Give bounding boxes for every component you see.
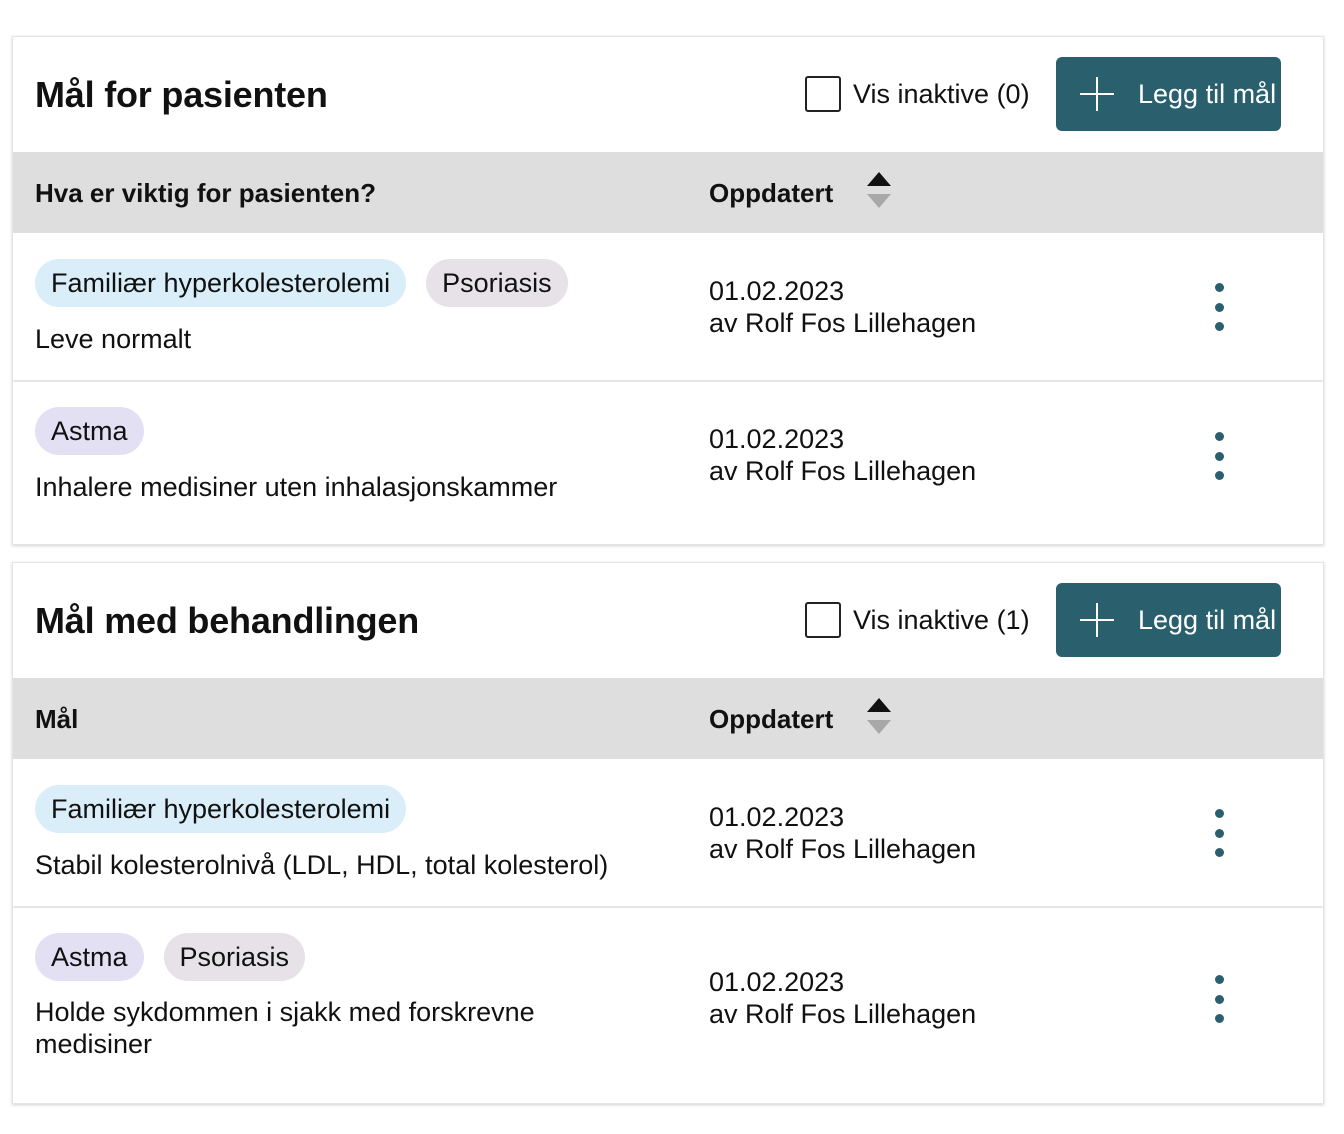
tag-condition: Familiær hyperkolesterolemi — [35, 785, 407, 833]
add-goal-label: Legg til mål — [1138, 79, 1277, 109]
tag-condition: Astma — [35, 407, 144, 455]
table-row: Familiær hyperkolesterolemi Psoriasis Le… — [13, 233, 1323, 382]
goal-text: Inhalere medisiner uten inhalasjonskamme… — [35, 472, 558, 502]
show-inactive-label: Vis inaktive (0) — [853, 79, 1030, 109]
updated-info: 01.02.2023 av Rolf Fos Lillehagen — [709, 275, 976, 339]
tag-condition: Psoriasis — [163, 933, 306, 981]
updated-by: av Rolf Fos Lillehagen — [709, 834, 977, 864]
card-header: Mål for pasienten Vis inaktive (0) Legg … — [13, 37, 1323, 152]
tag-condition: Familiær hyperkolesterolemi — [35, 259, 407, 307]
show-inactive-checkbox[interactable] — [805, 76, 841, 112]
table-header: Mål Oppdatert — [13, 678, 1323, 759]
show-inactive-checkbox[interactable] — [805, 602, 841, 638]
add-goal-button[interactable]: Legg til mål — [1056, 583, 1281, 657]
table-row: Astma Inhalere medisiner uten inhalasjon… — [13, 382, 1323, 543]
table-header: Hva er viktig for pasienten? Oppdatert — [13, 152, 1323, 233]
updated-by: av Rolf Fos Lillehagen — [709, 999, 977, 1029]
updated-by: av Rolf Fos Lillehagen — [709, 308, 977, 338]
goal-text: Stabil kolesterolnivå (LDL, HDL, total k… — [35, 850, 609, 880]
show-inactive-label: Vis inaktive (1) — [853, 605, 1030, 635]
tag-list: Astma — [35, 407, 164, 455]
add-goal-label: Legg til mål — [1138, 605, 1277, 635]
updated-date: 01.02.2023 — [709, 802, 845, 832]
tag-list: Familiær hyperkolesterolemi Psoriasis — [35, 259, 588, 307]
card-header: Mål med behandlingen Vis inaktive (1) Le… — [13, 563, 1323, 678]
show-inactive-toggle[interactable]: Vis inaktive (1) — [805, 600, 1030, 640]
plus-icon — [1080, 603, 1114, 637]
kebab-menu-icon[interactable] — [1209, 432, 1229, 480]
table-row: Familiær hyperkolesterolemi Stabil koles… — [13, 759, 1323, 908]
treatment-goals-card: Mål med behandlingen Vis inaktive (1) Le… — [12, 562, 1324, 1104]
show-inactive-toggle[interactable]: Vis inaktive (0) — [805, 74, 1030, 114]
kebab-menu-icon[interactable] — [1209, 975, 1229, 1023]
tag-condition: Psoriasis — [426, 259, 568, 307]
updated-date: 01.02.2023 — [709, 424, 845, 454]
tag-list: Astma Psoriasis — [35, 933, 325, 981]
kebab-menu-icon[interactable] — [1209, 283, 1229, 331]
goal-text: Leve normalt — [35, 324, 192, 354]
column-header-updated[interactable]: Oppdatert — [709, 703, 833, 735]
updated-date: 01.02.2023 — [709, 276, 845, 306]
column-header-goal: Mål — [35, 704, 79, 734]
tag-list: Familiær hyperkolesterolemi — [35, 785, 426, 833]
updated-info: 01.02.2023 av Rolf Fos Lillehagen — [709, 423, 976, 487]
updated-by: av Rolf Fos Lillehagen — [709, 456, 977, 486]
patient-goals-card: Mål for pasienten Vis inaktive (0) Legg … — [12, 36, 1324, 545]
updated-info: 01.02.2023 av Rolf Fos Lillehagen — [709, 801, 976, 865]
table-row: Astma Psoriasis Holde sykdommen i sjakk … — [13, 908, 1323, 1102]
tag-condition: Astma — [35, 933, 144, 981]
column-header-updated[interactable]: Oppdatert — [709, 177, 833, 209]
column-header-goal: Hva er viktig for pasienten? — [35, 178, 376, 208]
plus-icon — [1080, 77, 1114, 111]
updated-info: 01.02.2023 av Rolf Fos Lillehagen — [709, 966, 976, 1030]
add-goal-button[interactable]: Legg til mål — [1056, 57, 1281, 131]
sort-icon[interactable] — [866, 698, 892, 738]
card-title: Mål med behandlingen — [35, 600, 420, 641]
updated-date: 01.02.2023 — [709, 967, 845, 997]
sort-icon[interactable] — [866, 172, 892, 212]
kebab-menu-icon[interactable] — [1209, 809, 1229, 857]
card-title: Mål for pasienten — [35, 74, 328, 115]
goal-text: Holde sykdommen i sjakk med forskrevne m… — [35, 997, 535, 1059]
